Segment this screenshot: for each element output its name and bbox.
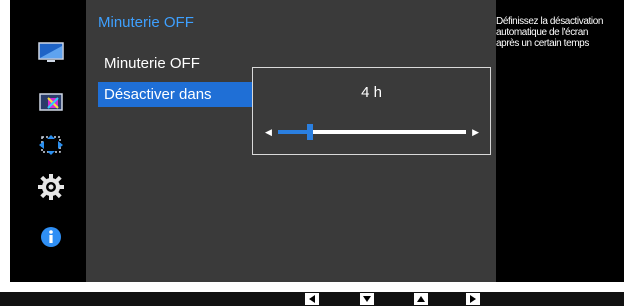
slider-track: [278, 124, 466, 140]
slider-left-arrow-icon[interactable]: ◀: [265, 126, 272, 138]
bottom-nav-bar: [0, 292, 624, 306]
up-arrow-icon[interactable]: [414, 293, 428, 305]
slider-thumb[interactable]: [306, 124, 313, 140]
menu-item-minuterie-off[interactable]: Minuterie OFF: [98, 51, 252, 76]
icon-rail: [28, 24, 82, 254]
picture-icon[interactable]: [36, 38, 66, 68]
timer-slider[interactable]: ◀ ▶: [265, 124, 479, 140]
gear-icon[interactable]: [36, 172, 66, 202]
menu-panel: Minuterie OFF Minuterie OFF Désactiver d…: [86, 0, 496, 282]
osd-window: Minuterie OFF Minuterie OFF Désactiver d…: [10, 0, 624, 282]
help-text: Définissez la désactivation automatique …: [496, 16, 604, 49]
slider-fill: [278, 130, 310, 134]
timer-value: 4 h: [361, 84, 382, 101]
color-icon[interactable]: [36, 88, 66, 118]
down-arrow-icon[interactable]: [360, 293, 374, 305]
right-arrow-icon[interactable]: [466, 293, 480, 305]
screen-size-icon[interactable]: [36, 130, 66, 160]
help-panel: Définissez la désactivation automatique …: [496, 0, 624, 282]
info-icon[interactable]: [36, 222, 66, 252]
timer-popup: 4 h ◀ ▶: [252, 67, 491, 155]
left-arrow-icon[interactable]: [305, 293, 319, 305]
slider-right-arrow-icon[interactable]: ▶: [472, 126, 479, 138]
menu-item-desactiver-dans[interactable]: Désactiver dans: [98, 82, 252, 107]
menu-title: Minuterie OFF: [98, 14, 194, 31]
